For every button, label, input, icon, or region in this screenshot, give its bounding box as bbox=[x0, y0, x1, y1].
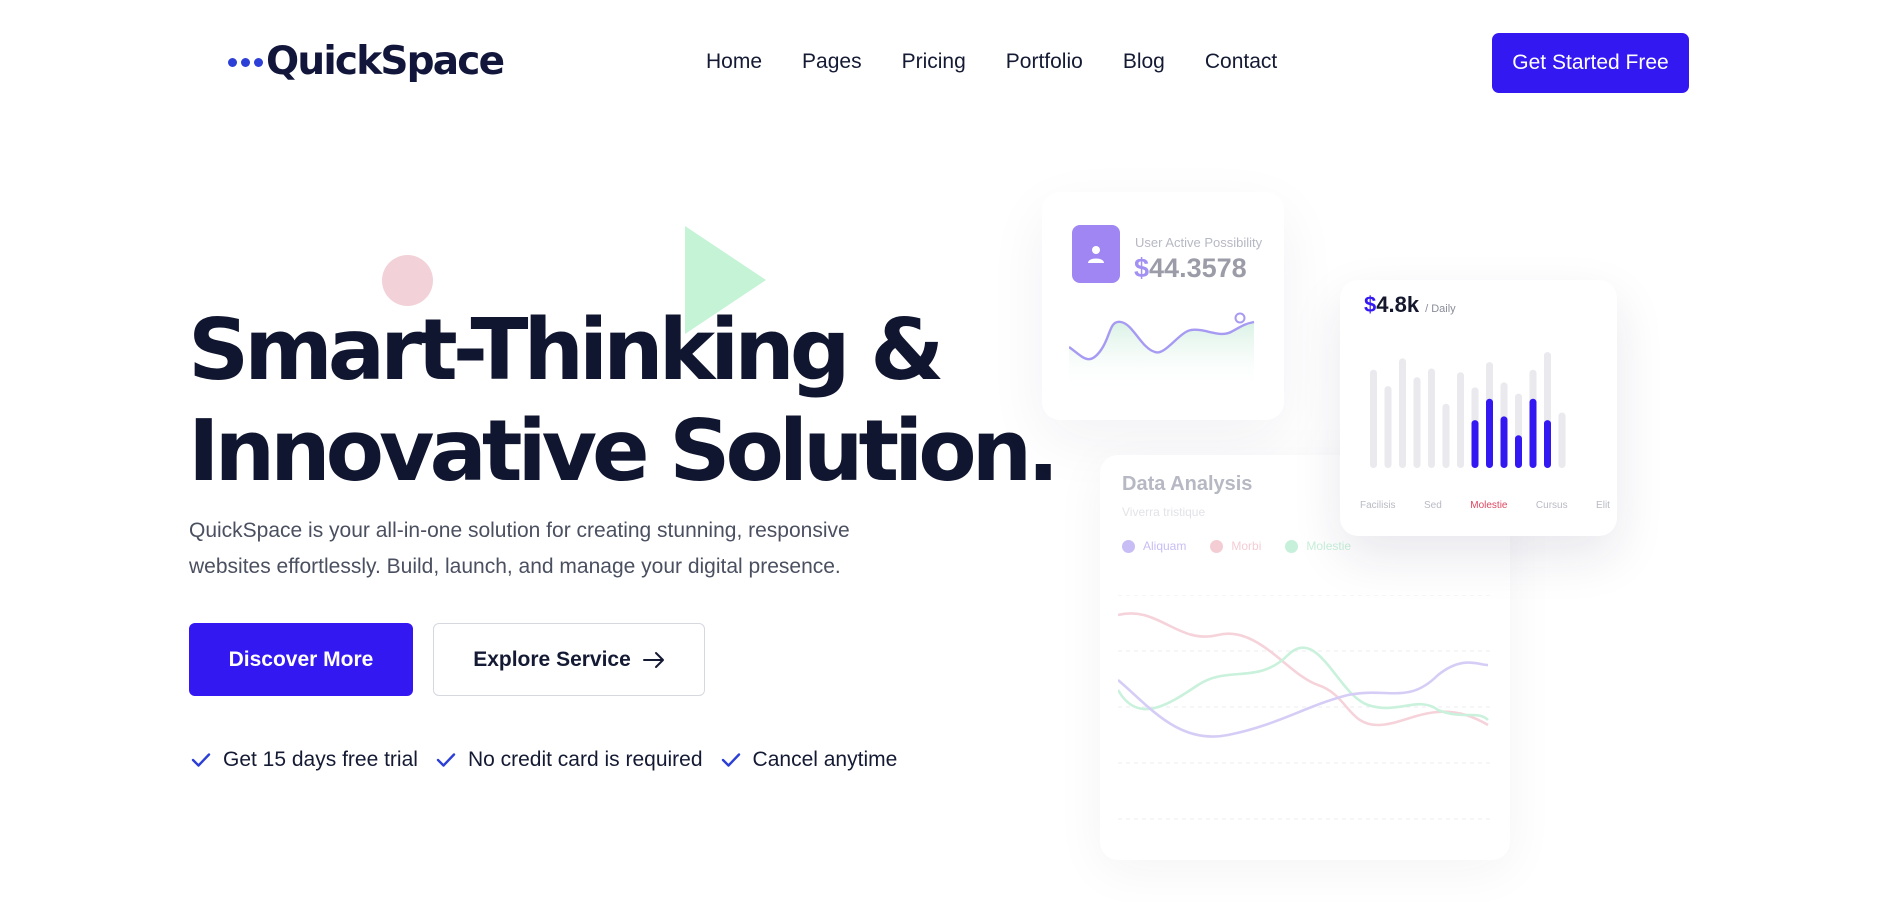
logo-dots-icon bbox=[228, 57, 263, 67]
nav-item-pages[interactable]: Pages bbox=[802, 50, 862, 74]
nav-item-contact[interactable]: Contact bbox=[1205, 50, 1277, 74]
check-label: Get 15 days free trial bbox=[223, 748, 418, 771]
legend-item-morbi: Morbi bbox=[1210, 539, 1261, 553]
user-icon bbox=[1072, 225, 1120, 283]
hero-title-line2: Innovative Solution. bbox=[188, 402, 1059, 501]
legend-label: Molestie bbox=[1306, 539, 1352, 553]
check-label: Cancel anytime bbox=[752, 748, 898, 771]
bar-value bbox=[1529, 398, 1537, 468]
explore-service-button[interactable]: Explore Service bbox=[433, 623, 705, 696]
bar-value bbox=[1486, 398, 1493, 468]
hero-title: Smart-Thinking & Innovative Solution. bbox=[188, 300, 1059, 502]
decorative-circle bbox=[382, 255, 433, 306]
bar-background bbox=[1384, 386, 1392, 468]
bar-background bbox=[1558, 412, 1566, 468]
legend-dot bbox=[1210, 539, 1224, 553]
check-label: No credit card is required bbox=[467, 748, 703, 771]
daily-revenue-card: $4.8k / Daily Facilisis Sed Molestie Cur… bbox=[1340, 280, 1617, 536]
checkmark-icon bbox=[721, 753, 740, 767]
user-sparkline bbox=[1069, 312, 1255, 392]
checkmark-icon bbox=[436, 753, 456, 767]
bar-value bbox=[1471, 420, 1479, 468]
x-label: Cursus bbox=[1535, 500, 1568, 511]
nav-item-home[interactable]: Home bbox=[706, 50, 762, 74]
daily-value: $4.8k / Daily bbox=[1364, 292, 1456, 317]
bar-value bbox=[1500, 416, 1508, 468]
check-item-cancel: Cancel anytime bbox=[721, 748, 898, 772]
nav-item-blog[interactable]: Blog bbox=[1123, 50, 1165, 74]
legend-dot bbox=[1285, 539, 1299, 553]
nav-item-pricing[interactable]: Pricing bbox=[902, 50, 966, 74]
x-label: Molestie bbox=[1470, 500, 1508, 511]
analysis-subtitle: Viverra tristique bbox=[1122, 505, 1206, 519]
legend-label: Morbi bbox=[1231, 539, 1262, 553]
check-item-trial: Get 15 days free trial bbox=[191, 748, 418, 772]
checkmark-icon bbox=[191, 753, 211, 767]
bar-background bbox=[1413, 377, 1421, 468]
bar-background bbox=[1428, 368, 1435, 468]
bar-background bbox=[1442, 403, 1450, 468]
hero-description-line1: QuickSpace is your all-in-one solution f… bbox=[189, 519, 850, 542]
daily-unit: / Daily bbox=[1425, 303, 1456, 315]
bar-value bbox=[1544, 420, 1551, 468]
x-label: Elit bbox=[1596, 500, 1610, 511]
hero-title-line1: Smart-Thinking & bbox=[188, 301, 944, 400]
nav-item-portfolio[interactable]: Portfolio bbox=[1006, 50, 1083, 74]
bar-background bbox=[1399, 358, 1406, 468]
check-item-no-card: No credit card is required bbox=[436, 748, 703, 772]
brand-logo[interactable]: QuickSpace bbox=[228, 38, 505, 84]
legend-dot bbox=[1122, 539, 1135, 553]
feature-checklist: Get 15 days free trial No credit card is… bbox=[191, 748, 897, 772]
bar-value bbox=[1515, 435, 1522, 468]
legend-item-molestie: Molestie bbox=[1285, 539, 1351, 553]
legend-item-aliquam: Aliquam bbox=[1122, 539, 1186, 553]
hero-description-line2: websites effortlessly. Build, launch, an… bbox=[189, 555, 841, 578]
user-activity-value: $44.3578 bbox=[1134, 253, 1247, 283]
brand-name: QuickSpace bbox=[266, 38, 505, 84]
arrow-right-icon bbox=[642, 651, 664, 668]
analysis-line-chart bbox=[1118, 595, 1490, 820]
x-label: Facilisis bbox=[1360, 500, 1396, 511]
user-activity-card: User Active Possibility $44.3578 bbox=[1042, 192, 1284, 420]
daily-bar-chart bbox=[1370, 352, 1566, 468]
discover-more-button[interactable]: Discover More bbox=[189, 623, 413, 696]
main-nav: Home Pages Pricing Portfolio Blog Contac… bbox=[706, 50, 1277, 74]
sparkline-marker bbox=[1234, 312, 1246, 324]
legend-label: Aliquam bbox=[1143, 539, 1187, 553]
explore-service-label: Explore Service bbox=[473, 647, 631, 671]
bar-background bbox=[1370, 369, 1377, 468]
hero-description: QuickSpace is your all-in-one solution f… bbox=[189, 513, 909, 585]
analysis-legend: Aliquam Morbi Molestie bbox=[1122, 539, 1351, 553]
analysis-series-morbi bbox=[1118, 612, 1489, 727]
daily-x-labels: Facilisis Sed Molestie Cursus Elit bbox=[1360, 500, 1610, 511]
get-started-button[interactable]: Get Started Free bbox=[1492, 33, 1689, 93]
bar-background bbox=[1457, 372, 1464, 468]
user-activity-label: User Active Possibility bbox=[1135, 235, 1263, 250]
analysis-title: Data Analysis bbox=[1122, 473, 1253, 495]
x-label: Sed bbox=[1424, 500, 1442, 511]
